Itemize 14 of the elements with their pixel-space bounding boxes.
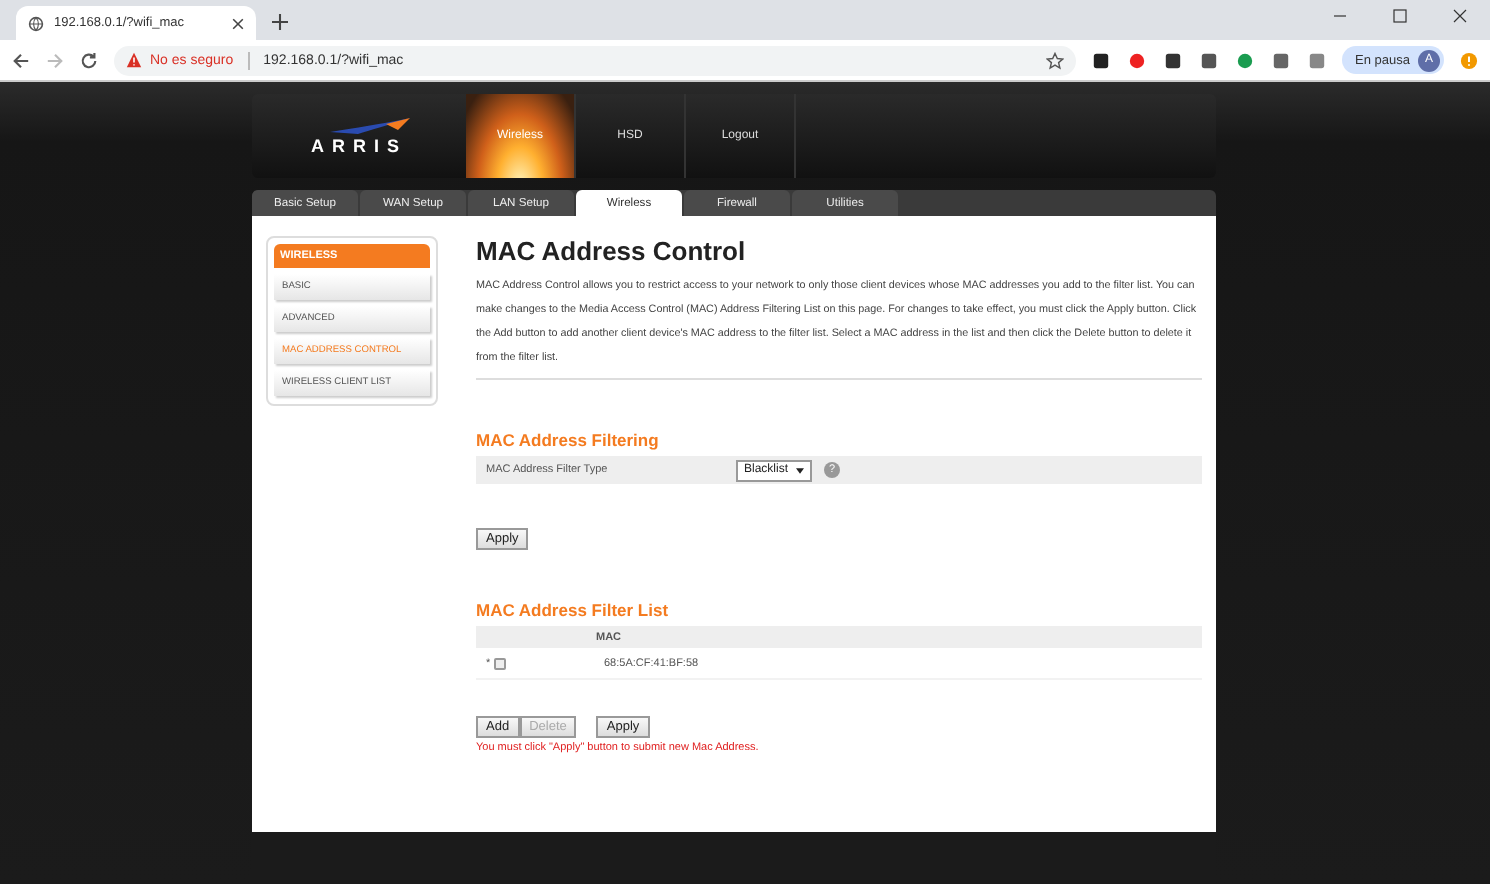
globe-icon — [28, 15, 44, 31]
back-icon[interactable] — [12, 51, 30, 69]
section-heading: MAC Address Filtering — [476, 430, 661, 450]
section-heading: MAC Address Filter List — [476, 600, 671, 620]
warning-icon — [126, 52, 142, 68]
logo-text: ARRIS — [310, 135, 407, 155]
reload-icon[interactable] — [80, 51, 98, 69]
checkbox[interactable] — [494, 657, 506, 669]
new-tab-icon[interactable] — [272, 14, 288, 30]
swoosh-icon — [329, 117, 409, 133]
page-title: MAC Address Control — [476, 236, 748, 266]
star-icon[interactable] — [1045, 51, 1064, 69]
caret-icon — [796, 467, 805, 473]
close-icon[interactable] — [232, 17, 244, 29]
